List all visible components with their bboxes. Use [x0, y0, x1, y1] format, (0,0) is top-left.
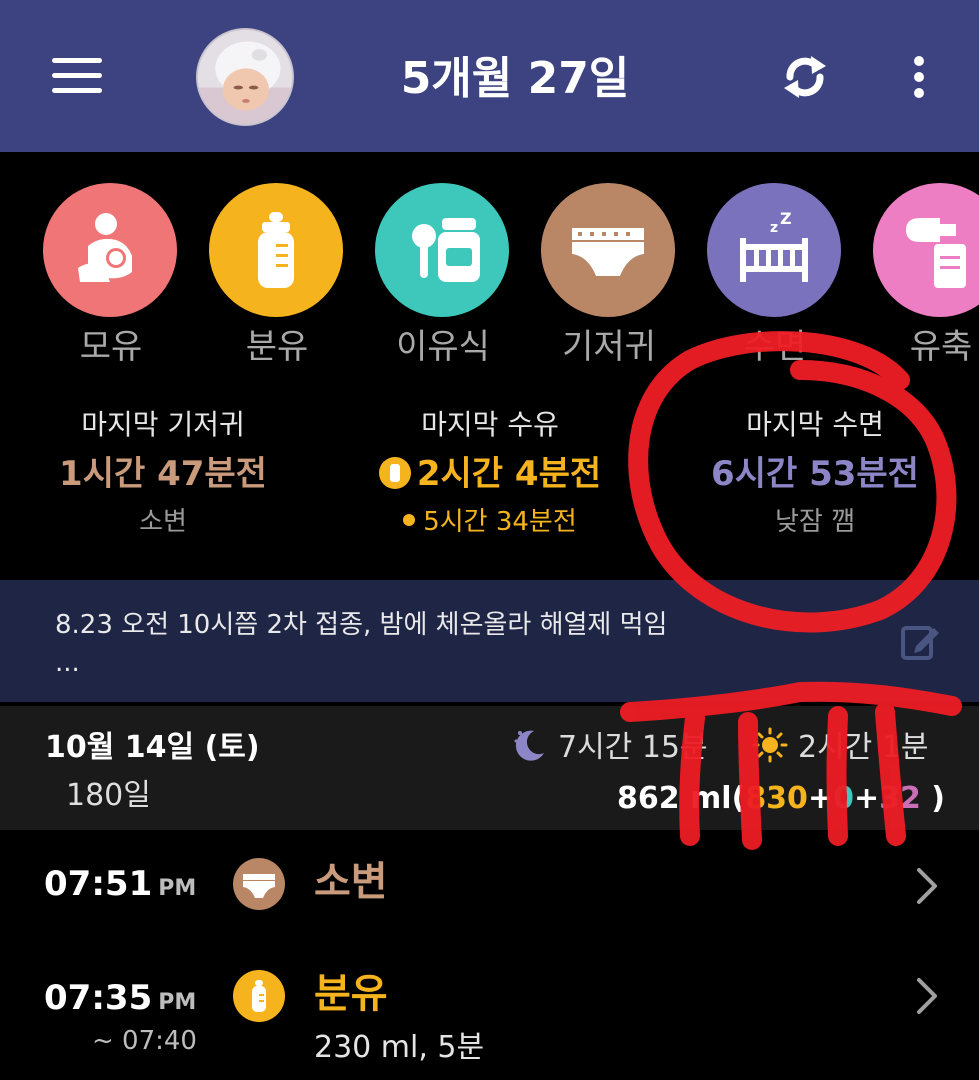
day-sleep-total: 2시간 1분: [752, 726, 929, 770]
sync-icon[interactable]: [778, 50, 832, 104]
summary-value-row: 2시간 4분전: [330, 450, 650, 498]
total-intake: 862 ml: [616, 781, 732, 816]
category-sleep[interactable]: z Z 수면: [707, 183, 843, 373]
breastfeeding-icon: [43, 183, 177, 317]
last-sleep-summary[interactable]: 마지막 수면 6시간 53분전 낮잠 깸: [655, 400, 975, 546]
plus-sign: +: [853, 781, 880, 816]
timeline-row[interactable]: 07:51 PM 소변: [0, 852, 979, 922]
event-time: 07:35 PM: [44, 974, 196, 1027]
last-feeding-summary[interactable]: 마지막 수유 2시간 4분전 5시간 34분전: [330, 400, 650, 546]
intake-totals: 862 ml(830+0+32 ): [617, 776, 945, 822]
event-time-value: 07:51: [44, 864, 153, 904]
baby-avatar[interactable]: [196, 28, 294, 126]
event-ampm: PM: [158, 876, 197, 901]
moon-icon: [514, 730, 544, 761]
app-bar: 5개월 27일: [0, 0, 979, 152]
category-label: 이유식: [396, 327, 490, 367]
bottle-icon: [233, 970, 285, 1022]
category-breastfeeding[interactable]: 모유: [43, 183, 179, 373]
category-label: 유축: [909, 327, 973, 367]
event-time-value: 07:35: [44, 978, 153, 1018]
summary-sub: 소변: [139, 507, 187, 537]
plus-sign: +: [807, 781, 834, 816]
food-intake: 0: [833, 781, 854, 816]
night-sleep-total: 7시간 15분: [512, 726, 708, 770]
event-end-time: ~ 07:40: [92, 1026, 197, 1056]
category-baby-food[interactable]: 이유식: [375, 183, 511, 373]
event-name: 분유: [314, 971, 388, 1017]
more-options-icon[interactable]: [902, 52, 936, 102]
summary-sub-row: 5시간 34분전: [330, 498, 650, 546]
summary-title: 마지막 기저귀: [81, 408, 245, 441]
category-formula[interactable]: 분유: [209, 183, 345, 373]
breast-pump-icon: [873, 183, 979, 317]
pumped-intake: 32: [879, 781, 921, 816]
paren-close: ): [920, 781, 945, 816]
summary-value: 6시간 53분전: [711, 454, 919, 494]
category-label: 분유: [245, 327, 309, 367]
category-pumping[interactable]: 유축: [873, 183, 979, 373]
bottle-icon: [378, 457, 411, 489]
page-title: 5개월 27일: [400, 53, 630, 104]
summary-title: 마지막 수유: [421, 408, 559, 441]
formula-intake: 830: [745, 781, 808, 816]
chevron-right-icon: [917, 978, 937, 1014]
diaper-icon: [541, 183, 675, 317]
event-ampm: PM: [158, 990, 197, 1015]
memo-card[interactable]: 8.23 오전 10시쯤 2차 접종, 밤에 체온올라 해열제 먹임 ...: [0, 580, 979, 702]
memo-ellipsis: ...: [55, 648, 80, 678]
svg-text:Z: Z: [780, 210, 792, 228]
category-label: 모유: [79, 327, 143, 367]
event-detail: 230 ml, 5분: [314, 1030, 485, 1065]
summary-sub: 5시간 34분전: [423, 507, 577, 537]
chevron-right-icon: [917, 868, 937, 904]
svg-text:z: z: [770, 220, 778, 236]
night-sleep-value: 7시간 15분: [558, 730, 708, 765]
category-label: 기저귀: [562, 327, 656, 367]
diaper-icon: [233, 858, 285, 910]
event-name: 소변: [314, 859, 388, 905]
crib-icon: z Z: [707, 183, 841, 317]
day-sleep-value: 2시간 1분: [798, 730, 929, 765]
category-label: 수면: [743, 327, 807, 367]
category-diaper[interactable]: 기저귀: [541, 183, 677, 373]
bottle-icon: [209, 183, 343, 317]
summary-value: 1시간 47분전: [59, 454, 267, 494]
baby-food-icon: [375, 183, 509, 317]
timeline-row[interactable]: 07:35 PM ~ 07:40 분유 230 ml, 5분: [0, 966, 979, 1080]
summary-value: 2시간 4분전: [416, 454, 602, 494]
last-diaper-summary[interactable]: 마지막 기저귀 1시간 47분전 소변: [3, 400, 323, 546]
edit-icon[interactable]: [900, 620, 942, 662]
menu-icon[interactable]: [52, 58, 102, 94]
day-date: 10월 14일 (토): [45, 730, 260, 765]
summary-title: 마지막 수면: [746, 408, 884, 441]
event-time: 07:51 PM: [44, 860, 196, 913]
day-summary-header[interactable]: 10월 14일 (토) 180일 7시간 15분 2시간 1분 862 ml(8…: [0, 706, 979, 830]
bullet-icon: [403, 514, 416, 526]
paren-open: (: [731, 781, 746, 816]
memo-text: 8.23 오전 10시쯤 2차 접종, 밤에 체온올라 해열제 먹임: [55, 610, 668, 640]
summary-sub: 낮잠 깸: [774, 507, 856, 537]
day-age: 180일: [66, 778, 151, 813]
sun-icon: [752, 727, 788, 763]
